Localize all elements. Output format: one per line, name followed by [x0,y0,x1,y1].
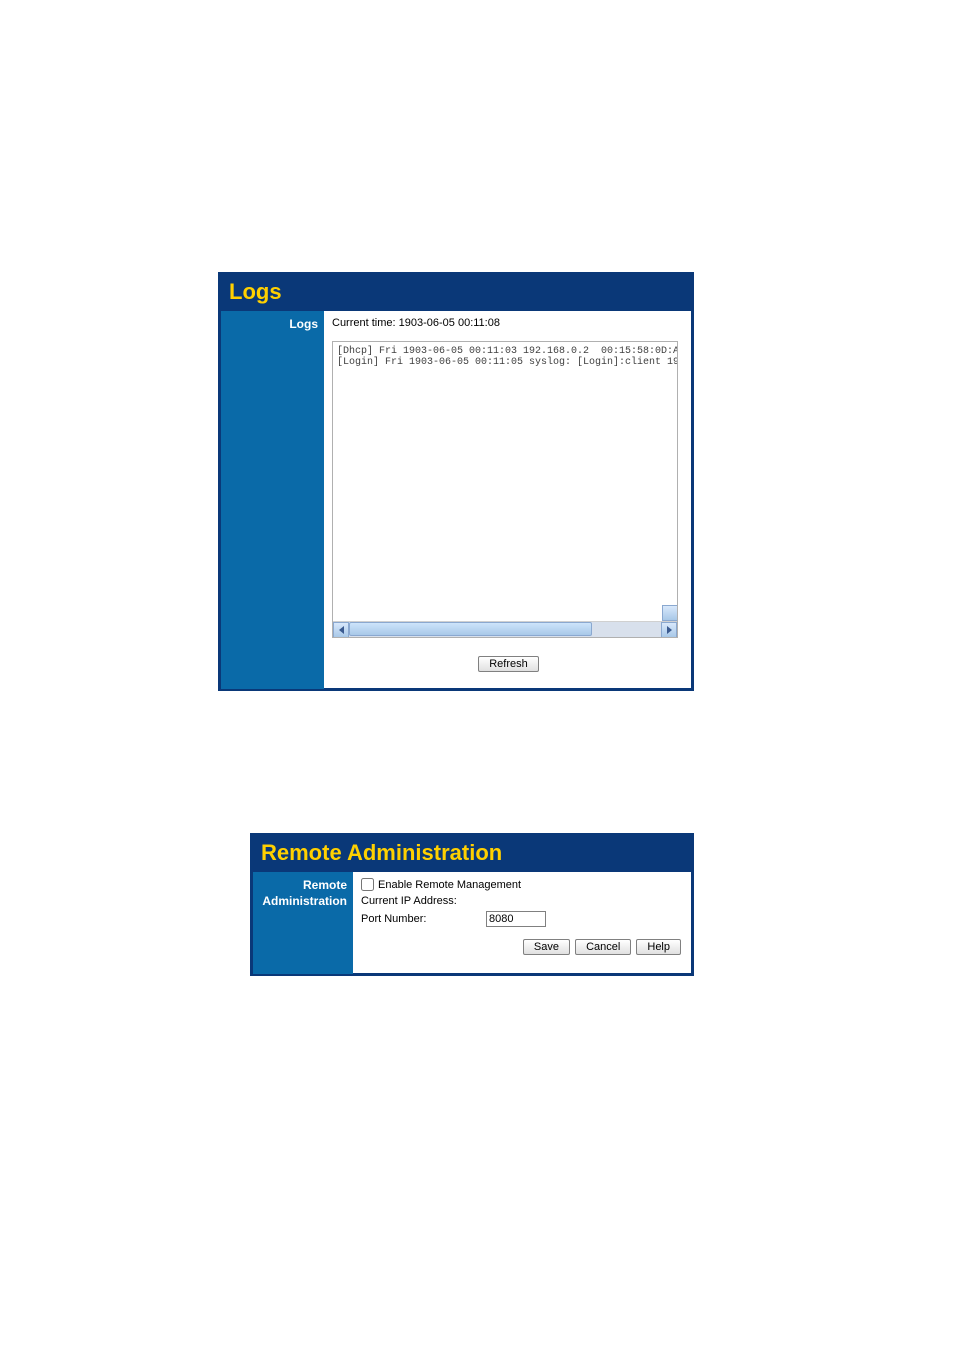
remote-header: Remote Administration [253,836,691,872]
remote-admin-panel: Remote Administration Remote Administrat… [250,833,694,976]
current-ip-label: Current IP Address: [361,895,486,907]
save-button[interactable]: Save [523,939,570,955]
horizontal-scrollbar[interactable] [333,621,677,637]
scroll-down-icon[interactable] [662,605,678,621]
remote-button-row: Save Cancel Help [361,939,683,955]
scroll-thumb[interactable] [349,622,592,636]
current-time-label: Current time: 1903-06-05 00:11:08 [332,317,683,329]
enable-remote-row: Enable Remote Management [361,878,683,891]
logs-body: Logs Current time: 1903-06-05 00:11:08 [… [221,311,691,689]
current-ip-row: Current IP Address: [361,895,683,907]
help-button[interactable]: Help [636,939,681,955]
logs-button-row: Refresh [332,656,683,672]
remote-title: Remote Administration [261,840,502,865]
port-number-label: Port Number: [361,913,486,925]
log-textarea[interactable]: [Dhcp] Fri 1903-06-05 00:11:03 192.168.0… [332,341,678,638]
logs-header: Logs [221,275,691,311]
enable-remote-checkbox[interactable] [361,878,374,891]
chevron-right-icon [667,626,672,634]
remote-content: Enable Remote Management Current IP Addr… [353,872,691,974]
scroll-left-button[interactable] [333,622,349,638]
scroll-right-button[interactable] [661,622,677,638]
logs-panel: Logs Logs Current time: 1903-06-05 00:11… [218,272,694,691]
enable-remote-label: Enable Remote Management [378,879,521,891]
logs-title: Logs [229,279,282,304]
remote-side-label: Remote Administration [253,872,353,974]
port-number-input[interactable] [486,911,546,927]
logs-content: Current time: 1903-06-05 00:11:08 [Dhcp]… [324,311,691,689]
remote-body: Remote Administration Enable Remote Mana… [253,872,691,974]
log-text-content: [Dhcp] Fri 1903-06-05 00:11:03 192.168.0… [333,342,677,621]
logs-side-label: Logs [221,311,324,689]
chevron-left-icon [339,626,344,634]
port-number-row: Port Number: [361,911,683,927]
scroll-track[interactable] [349,622,661,637]
refresh-button[interactable]: Refresh [478,656,539,672]
cancel-button[interactable]: Cancel [575,939,631,955]
